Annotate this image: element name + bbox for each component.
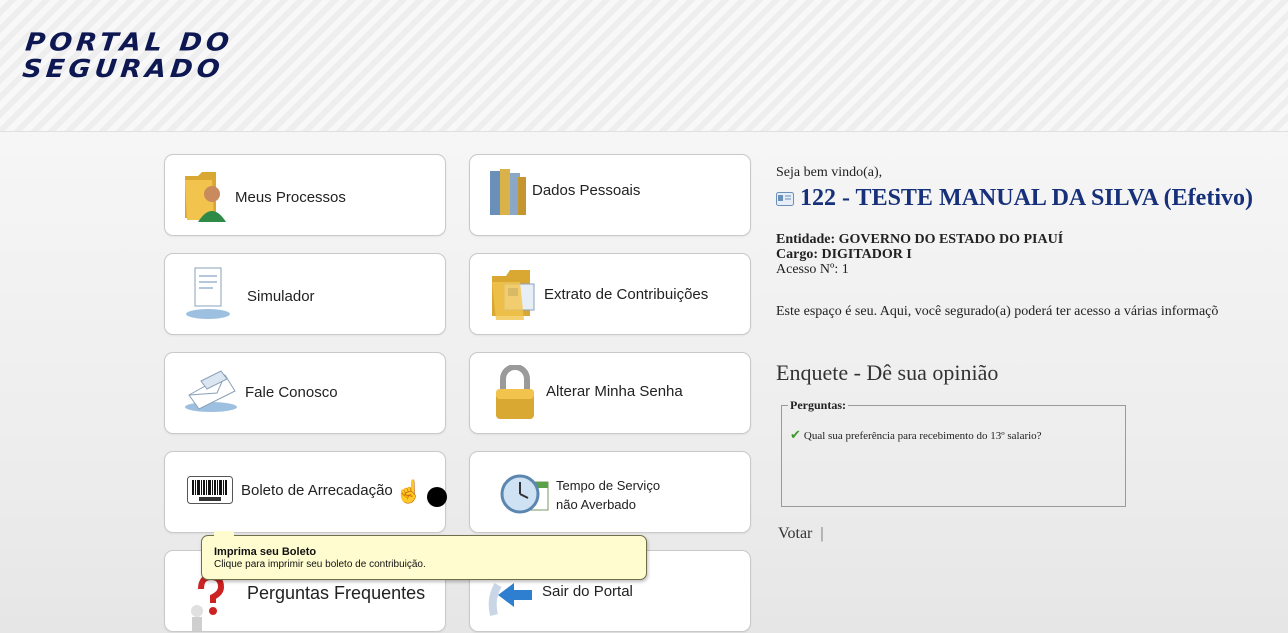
description-text: Este espaço é seu. Aqui, você segurado(a… bbox=[776, 304, 1219, 319]
user-name-line: 122 - TESTE MANUAL DA SILVA (Efetivo) bbox=[776, 185, 1253, 212]
tile-label: Boleto de Arrecadação bbox=[241, 482, 393, 499]
portal-logo[interactable]: PORTAL DO SEGURADO bbox=[21, 28, 235, 84]
tile-fale-conosco[interactable]: Fale Conosco bbox=[164, 352, 446, 434]
tile-label: Meus Processos bbox=[235, 189, 346, 206]
tile-boleto-arrecadacao[interactable]: Boleto de Arrecadação ☝ bbox=[164, 451, 446, 533]
vote-row: Votar | bbox=[778, 525, 824, 543]
cursor-marker bbox=[427, 487, 447, 507]
vote-link[interactable]: Votar bbox=[778, 525, 812, 542]
tile-label-line1: Tempo de Serviço bbox=[556, 478, 661, 493]
tile-alterar-senha[interactable]: Alterar Minha Senha bbox=[469, 352, 751, 434]
exit-arrow-icon bbox=[488, 583, 532, 616]
tile-meus-processos[interactable]: Meus Processos bbox=[164, 154, 446, 236]
padlock-icon bbox=[496, 365, 534, 419]
tile-label: Alterar Minha Senha bbox=[546, 383, 683, 400]
tooltip-pointer-mask bbox=[214, 531, 234, 537]
poll-legend: Perguntas: bbox=[790, 398, 846, 412]
header: PORTAL DO SEGURADO bbox=[0, 0, 1288, 132]
clock-calendar-icon bbox=[500, 474, 549, 514]
tile-label: Fale Conosco bbox=[245, 384, 338, 401]
welcome-greeting: Seja bem vindo(a), bbox=[776, 163, 882, 181]
logo-line-1: PORTAL DO bbox=[23, 28, 235, 57]
tile-label: Simulador bbox=[247, 288, 315, 305]
tile-label: Dados Pessoais bbox=[532, 182, 641, 199]
user-info: Entidade: GOVERNO DO ESTADO DO PIAUÍ Car… bbox=[776, 232, 1063, 277]
binders-icon bbox=[490, 169, 526, 215]
tile-label: Perguntas Frequentes bbox=[247, 583, 426, 603]
tile-label: Extrato de Contribuições bbox=[544, 286, 709, 303]
folder-document-icon bbox=[492, 270, 535, 320]
tile-label-line2: não Averbado bbox=[556, 497, 636, 512]
envelope-icon bbox=[185, 370, 237, 412]
checkmark-icon: ✔ bbox=[790, 427, 801, 442]
id-card-icon bbox=[776, 192, 794, 207]
greeting-text: Seja bem vindo(a), bbox=[776, 165, 883, 180]
hand-cursor-icon: ☝ bbox=[395, 479, 423, 504]
user-name: 122 - TESTE MANUAL DA SILVA (Efetivo) bbox=[800, 185, 1253, 211]
cargo-text: Cargo: DIGITADOR I bbox=[776, 247, 912, 262]
acesso-text: Acesso Nº: 1 bbox=[776, 262, 849, 277]
barcode-icon bbox=[187, 476, 233, 504]
enquete-title: Enquete - Dê sua opinião bbox=[776, 360, 999, 385]
folder-user-icon bbox=[185, 172, 226, 222]
tooltip-text: Clique para imprimir seu boleto de contr… bbox=[214, 559, 426, 570]
document-stand-icon bbox=[186, 267, 230, 319]
tile-simulador[interactable]: Simulador bbox=[164, 253, 446, 335]
tile-extrato-contribuicoes[interactable]: Extrato de Contribuições bbox=[469, 253, 751, 335]
question-person-icon bbox=[191, 573, 225, 631]
entidade-text: Entidade: GOVERNO DO ESTADO DO PIAUÍ bbox=[776, 232, 1064, 247]
tooltip-title: Imprima seu Boleto bbox=[214, 546, 317, 558]
tile-label: Sair do Portal bbox=[542, 583, 633, 600]
logo-line-2: SEGURADO bbox=[21, 55, 226, 84]
tile-tempo-servico[interactable]: Tempo de Serviço não Averbado bbox=[469, 451, 751, 533]
tooltip: Imprima seu Boleto Clique para imprimir … bbox=[201, 535, 647, 580]
tile-dados-pessoais[interactable]: Dados Pessoais bbox=[469, 154, 751, 236]
poll-question-text: Qual sua preferência para recebimento do… bbox=[803, 430, 1042, 442]
poll-question[interactable]: ✔ Qual sua preferência para recebimento d… bbox=[790, 427, 1042, 443]
vote-separator: | bbox=[820, 525, 824, 542]
poll-box: Perguntas: ✔ Qual sua preferência para re… bbox=[781, 398, 1126, 507]
